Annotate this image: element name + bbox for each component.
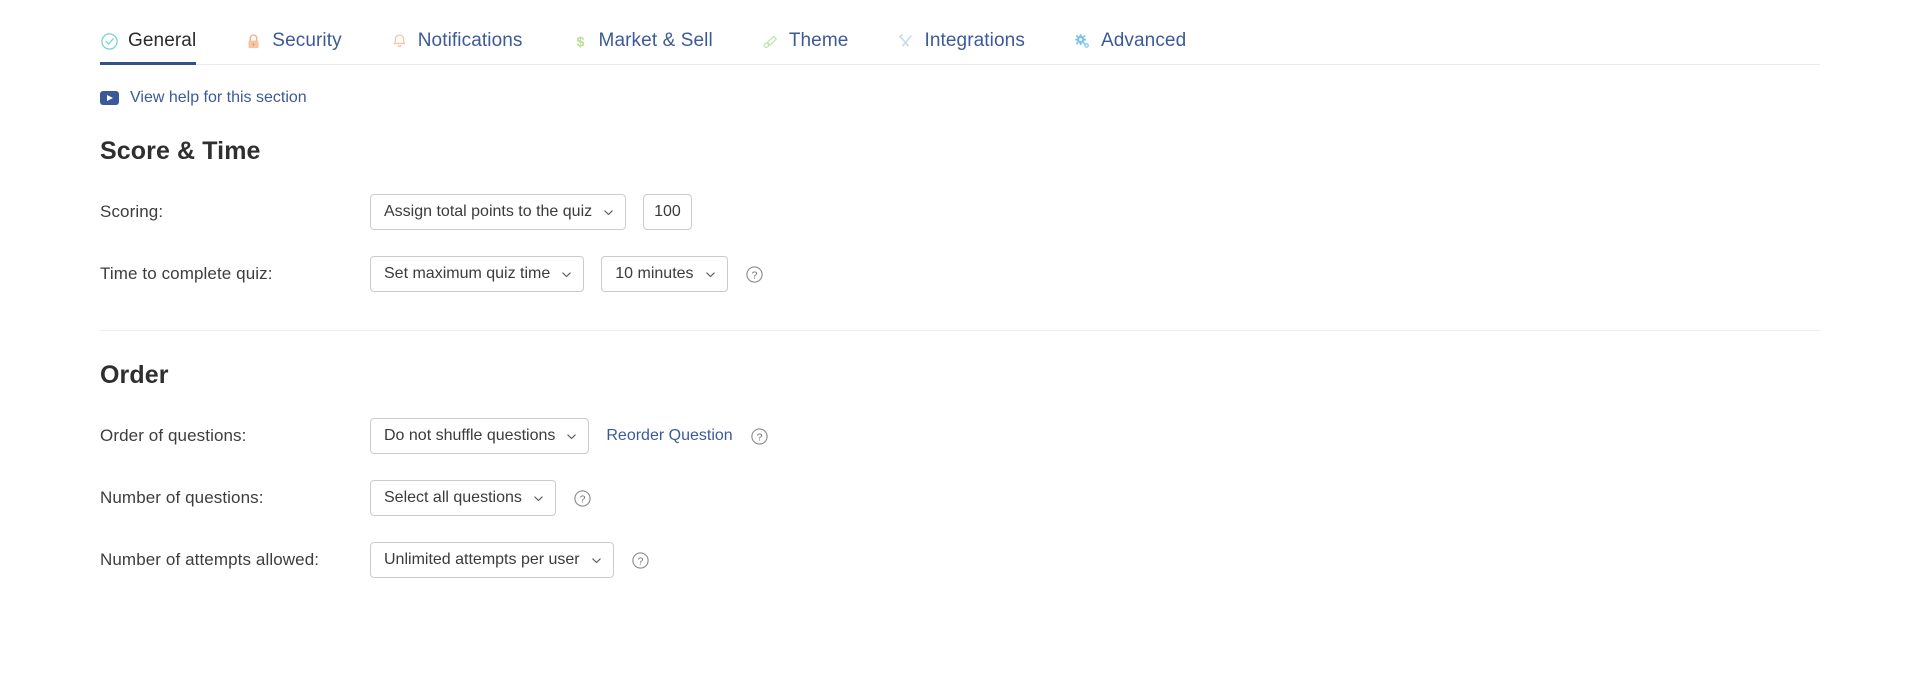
video-play-icon: [100, 91, 119, 105]
help-circle-icon[interactable]: ?: [750, 427, 769, 446]
tools-icon: [896, 32, 915, 51]
dollar-icon: $: [571, 32, 590, 51]
tab-market-and-sell[interactable]: $ Market & Sell: [571, 30, 713, 64]
chevron-down-icon: [591, 555, 602, 566]
quiz-time-mode-select[interactable]: Set maximum quiz time: [370, 256, 584, 292]
tab-label: Market & Sell: [599, 30, 713, 52]
section-title: Order: [100, 361, 1820, 390]
row-number-of-questions: Number of questions: Select all question…: [100, 480, 1820, 516]
lock-icon: [244, 32, 263, 51]
row-controls: Do not shuffle questions Reorder Questio…: [370, 418, 769, 454]
section-score-and-time: Score & Time Scoring: Assign total point…: [100, 137, 1820, 292]
scoring-select[interactable]: Assign total points to the quiz: [370, 194, 626, 230]
svg-text:?: ?: [579, 494, 585, 505]
svg-text:?: ?: [756, 432, 762, 443]
bell-icon: [390, 32, 409, 51]
section-title: Score & Time: [100, 137, 1820, 166]
section-order: Order Order of questions: Do not shuffle…: [100, 361, 1820, 578]
view-help-label: View help for this section: [130, 89, 307, 107]
quiz-time-duration-value: 10 minutes: [615, 265, 693, 283]
chevron-down-icon: [533, 493, 544, 504]
number-of-attempts-select[interactable]: Unlimited attempts per user: [370, 542, 614, 578]
quiz-time-mode-value: Set maximum quiz time: [384, 265, 550, 283]
row-label: Number of attempts allowed:: [100, 550, 370, 570]
gears-icon: [1073, 32, 1092, 51]
tab-label: Advanced: [1101, 30, 1186, 52]
order-of-questions-select[interactable]: Do not shuffle questions: [370, 418, 589, 454]
chevron-down-icon: [561, 269, 572, 280]
tab-label: General: [128, 30, 196, 52]
tab-notifications[interactable]: Notifications: [390, 30, 523, 64]
tab-label: Security: [272, 30, 341, 52]
row-order-of-questions: Order of questions: Do not shuffle quest…: [100, 418, 1820, 454]
check-circle-icon: [100, 32, 119, 51]
row-controls: Select all questions ?: [370, 480, 592, 516]
help-circle-icon[interactable]: ?: [745, 265, 764, 284]
row-label: Order of questions:: [100, 426, 370, 446]
settings-page: General Security Notifications: [0, 0, 1920, 680]
tab-label: Integrations: [924, 30, 1025, 52]
paintbrush-icon: [761, 32, 780, 51]
help-circle-icon[interactable]: ?: [631, 551, 650, 570]
svg-text:$: $: [576, 34, 584, 50]
chevron-down-icon: [603, 207, 614, 218]
tab-advanced[interactable]: Advanced: [1073, 30, 1186, 64]
number-of-questions-value: Select all questions: [384, 489, 522, 507]
tab-general[interactable]: General: [100, 30, 196, 64]
svg-text:?: ?: [751, 270, 757, 281]
row-controls: Unlimited attempts per user ?: [370, 542, 650, 578]
reorder-question-link[interactable]: Reorder Question: [606, 427, 732, 445]
settings-tab-bar: General Security Notifications: [100, 0, 1820, 65]
chevron-down-icon: [705, 269, 716, 280]
row-time-to-complete: Time to complete quiz: Set maximum quiz …: [100, 256, 1820, 292]
quiz-time-duration-select[interactable]: 10 minutes: [601, 256, 727, 292]
row-number-of-attempts: Number of attempts allowed: Unlimited at…: [100, 542, 1820, 578]
row-label: Number of questions:: [100, 488, 370, 508]
order-of-questions-value: Do not shuffle questions: [384, 427, 555, 445]
svg-text:?: ?: [637, 556, 643, 567]
section-divider: [100, 330, 1820, 331]
tab-integrations[interactable]: Integrations: [896, 30, 1025, 64]
row-scoring: Scoring: Assign total points to the quiz…: [100, 194, 1820, 230]
tab-security[interactable]: Security: [244, 30, 341, 64]
view-help-link[interactable]: View help for this section: [100, 89, 307, 107]
tab-label: Theme: [789, 30, 849, 52]
row-controls: Assign total points to the quiz 100: [370, 194, 692, 230]
scoring-select-value: Assign total points to the quiz: [384, 203, 592, 221]
chevron-down-icon: [566, 431, 577, 442]
tab-label: Notifications: [418, 30, 523, 52]
row-label: Time to complete quiz:: [100, 264, 370, 284]
total-points-input[interactable]: 100: [643, 194, 692, 230]
row-controls: Set maximum quiz time 10 minutes ?: [370, 256, 764, 292]
help-circle-icon[interactable]: ?: [573, 489, 592, 508]
tab-theme[interactable]: Theme: [761, 30, 849, 64]
row-label: Scoring:: [100, 202, 370, 222]
number-of-questions-select[interactable]: Select all questions: [370, 480, 556, 516]
number-of-attempts-value: Unlimited attempts per user: [384, 551, 580, 569]
